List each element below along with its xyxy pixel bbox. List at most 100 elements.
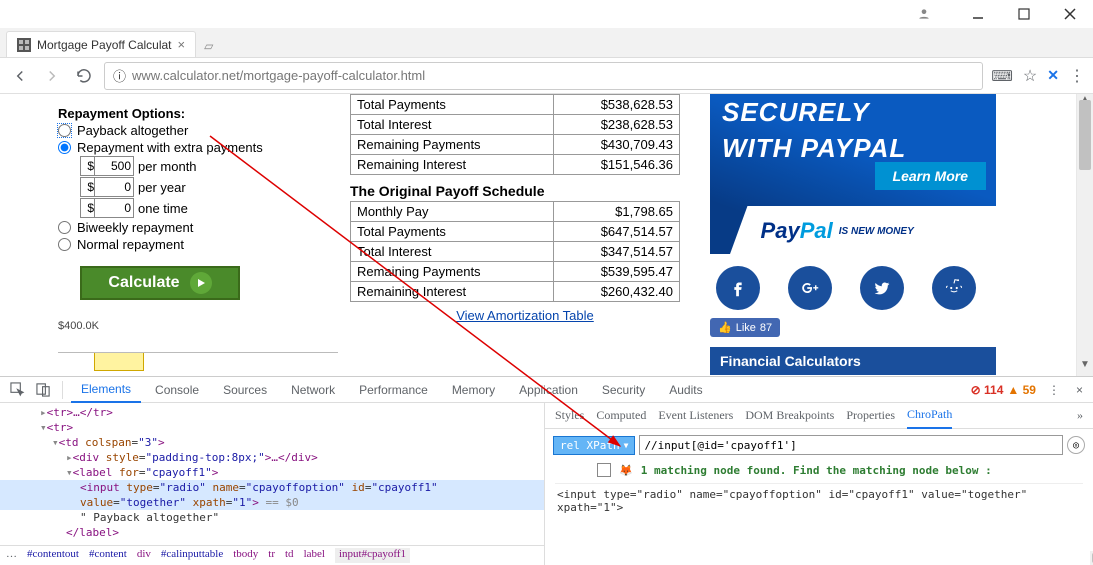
maximize-button[interactable] [1001, 0, 1047, 28]
devtools-panel: Elements Console Sources Network Perform… [0, 376, 1093, 565]
site-info-icon[interactable]: ⓘ [113, 66, 126, 85]
learn-more-button[interactable]: Learn More [875, 162, 986, 190]
paypal-ad[interactable]: SECURELY WITH PAYPAL Learn More PayPal I… [710, 94, 996, 254]
tab-audits[interactable]: Audits [659, 377, 712, 403]
chropath-selector-dropdown[interactable]: rel XPath [553, 436, 635, 455]
chart-snippet [58, 352, 338, 374]
close-window-button[interactable] [1047, 0, 1093, 28]
close-tab-icon[interactable]: × [178, 37, 186, 52]
radio-label: Normal repayment [77, 237, 184, 252]
radio-label: Payback altogether [77, 123, 188, 138]
table-row: Total Payments$647,514.57 [351, 222, 680, 242]
table-row: Remaining Payments$430,709.43 [351, 135, 680, 155]
radio-input-payback[interactable] [58, 124, 71, 137]
warning-count-badge[interactable]: ▲ 59 [1007, 383, 1036, 397]
amortization-link[interactable]: View Amortization Table [456, 308, 594, 323]
tab-console[interactable]: Console [145, 377, 209, 403]
devtools-close-icon[interactable]: × [1072, 383, 1087, 397]
tab-elements[interactable]: Elements [71, 377, 141, 403]
like-label: Like [736, 322, 756, 334]
facebook-like-button[interactable]: 👍 Like 87 [710, 318, 780, 337]
table-row: Total Payments$538,628.53 [351, 95, 680, 115]
tab-memory[interactable]: Memory [442, 377, 505, 403]
dollar-prefix: $ [80, 177, 94, 197]
rtab-properties[interactable]: Properties [846, 403, 895, 429]
copy-icon[interactable] [597, 463, 611, 477]
rtab-listeners[interactable]: Event Listeners [658, 403, 733, 429]
table-row: Total Interest$238,628.53 [351, 115, 680, 135]
browser-tab-bar: Mortgage Payoff Calculat × ▱ [0, 28, 1093, 58]
devtools-right-pane: Styles Computed Event Listeners DOM Brea… [545, 403, 1093, 565]
profile-icon[interactable] [901, 0, 947, 28]
radio-payback-altogether[interactable]: Payback altogether [58, 123, 330, 138]
table-row: Remaining Payments$539,595.47 [351, 262, 680, 282]
one-time-input[interactable] [94, 198, 134, 218]
per-month-input[interactable] [94, 156, 134, 176]
ad-headline-1: SECURELY [710, 94, 996, 130]
radio-extra-payments[interactable]: Repayment with extra payments [58, 140, 330, 155]
dollar-prefix: $ [80, 198, 94, 218]
googleplus-icon[interactable] [788, 266, 832, 310]
devtools-menu-icon[interactable]: ⋮ [1040, 383, 1068, 397]
radio-input-normal[interactable] [58, 238, 71, 251]
per-month-label: per month [138, 159, 197, 174]
radio-input-extra[interactable] [58, 141, 71, 154]
scroll-thumb[interactable] [1079, 100, 1091, 170]
translate-icon[interactable]: ⌨ [991, 67, 1013, 85]
results-table: Total Payments$538,628.53 Total Interest… [350, 94, 680, 175]
per-year-input[interactable] [94, 177, 134, 197]
chropath-found-msg: 1 matching node found. Find the matching… [641, 464, 992, 477]
one-time-label: one time [138, 201, 188, 216]
reddit-icon[interactable] [932, 266, 976, 310]
chropath-query-input[interactable] [639, 435, 1063, 455]
ad-headline-2: WITH PAYPAL [710, 130, 996, 166]
browser-tab[interactable]: Mortgage Payoff Calculat × [6, 31, 196, 57]
reload-button[interactable] [72, 64, 96, 88]
scroll-down-arrow[interactable]: ▼ [1077, 359, 1093, 376]
chropath-matched-node[interactable]: <input type="radio" name="cpayoffoption"… [555, 483, 1083, 518]
calculate-button[interactable]: Calculate [80, 266, 240, 300]
error-count-badge[interactable]: ⊘ 114 [971, 383, 1004, 397]
chropath-target-icon[interactable]: ◎ [1067, 436, 1085, 454]
tab-application[interactable]: Application [509, 377, 588, 403]
rtab-styles[interactable]: Styles [555, 403, 584, 429]
toggle-device-icon[interactable] [32, 382, 54, 397]
devtools-dom-pane: ▸<tr>…</tr> ▾<tr> ▾<td colspan="3"> ▸<di… [0, 403, 545, 565]
more-tabs-icon[interactable]: » [1077, 408, 1083, 423]
tab-security[interactable]: Security [592, 377, 655, 403]
play-icon [190, 272, 212, 294]
radio-normal[interactable]: Normal repayment [58, 237, 330, 252]
address-bar[interactable]: ⓘ www.calculator.net/mortgage-payoff-cal… [104, 62, 983, 90]
page-content: Repayment Options: Payback altogether Re… [0, 94, 1093, 376]
chart-y-label: $400.0K [58, 320, 330, 332]
dom-tree[interactable]: ▸<tr>…</tr> ▾<tr> ▾<td colspan="3"> ▸<di… [0, 403, 544, 545]
inspect-element-icon[interactable] [6, 382, 28, 397]
tab-sources[interactable]: Sources [213, 377, 277, 403]
facebook-icon[interactable] [716, 266, 760, 310]
devtools-tab-bar: Elements Console Sources Network Perform… [0, 377, 1093, 403]
radio-input-biweekly[interactable] [58, 221, 71, 234]
tab-network[interactable]: Network [281, 377, 345, 403]
tab-performance[interactable]: Performance [349, 377, 438, 403]
bookmark-icon[interactable]: ☆ [1023, 66, 1037, 86]
table-row: Total Interest$347,514.57 [351, 242, 680, 262]
original-schedule-table: Monthly Pay$1,798.65 Total Payments$647,… [350, 201, 680, 302]
menu-icon[interactable]: ⋮ [1069, 66, 1085, 86]
twitter-icon[interactable] [860, 266, 904, 310]
radio-biweekly[interactable]: Biweekly repayment [58, 220, 330, 235]
new-tab-button[interactable]: ▱ [196, 35, 221, 57]
minimize-button[interactable] [955, 0, 1001, 28]
rtab-chropath[interactable]: ChroPath [907, 403, 952, 429]
repayment-options-label: Repayment Options: [58, 106, 330, 121]
dom-selected-node[interactable]: <input type="radio" name="cpayoffoption"… [0, 480, 544, 510]
back-button[interactable] [8, 64, 32, 88]
radio-label: Biweekly repayment [77, 220, 193, 235]
page-scrollbar[interactable]: ▲ ▼ [1076, 94, 1093, 376]
firefox-icon[interactable]: 🦊 [619, 464, 633, 477]
rtab-computed[interactable]: Computed [596, 403, 646, 429]
dom-breadcrumb[interactable]: … #contentout #content div #calinputtabl… [0, 545, 544, 565]
calculator-favicon [17, 38, 31, 52]
extension-icon[interactable]: ✕ [1047, 67, 1059, 84]
amortization-link-wrap: View Amortization Table [350, 308, 700, 323]
rtab-breakpoints[interactable]: DOM Breakpoints [745, 403, 834, 429]
